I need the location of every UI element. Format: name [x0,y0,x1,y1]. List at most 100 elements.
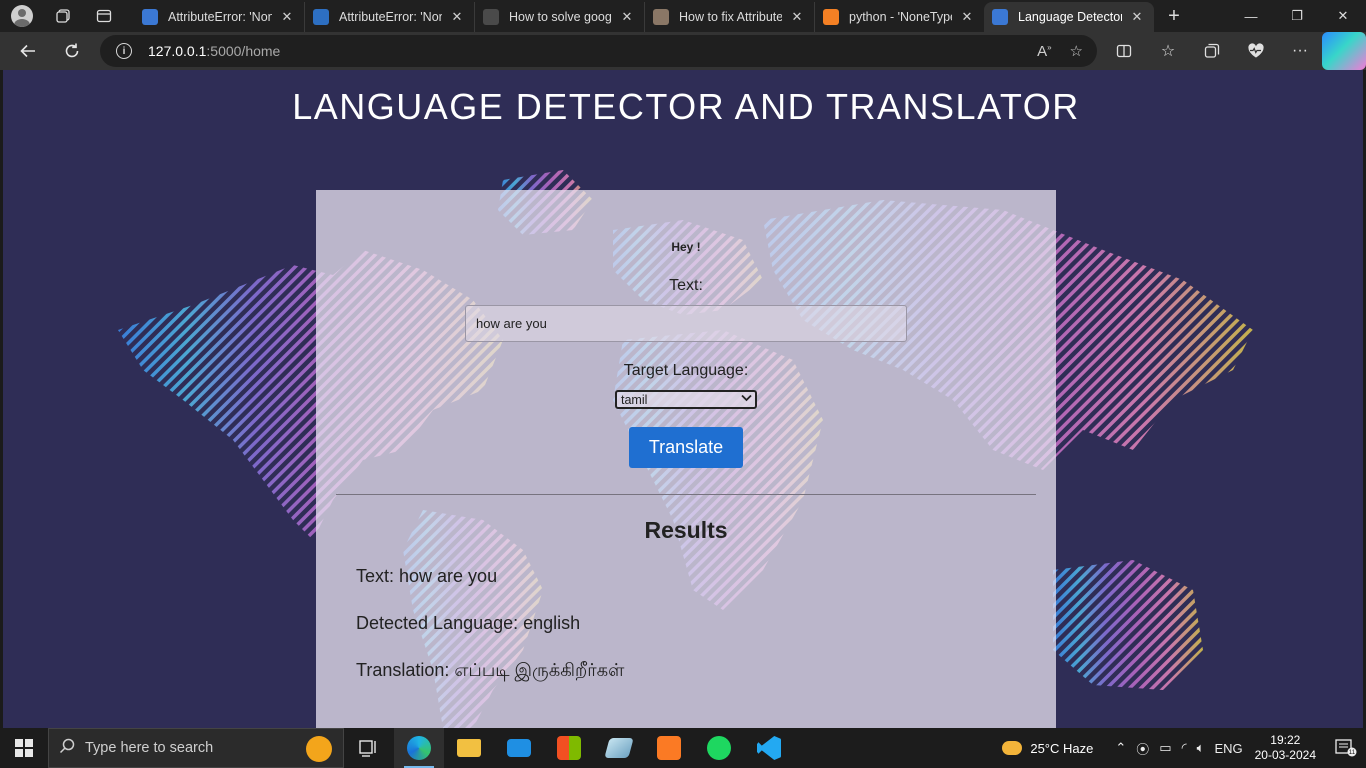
taskbar-xampp[interactable] [644,728,694,768]
close-tab-icon[interactable]: ✕ [958,9,976,25]
close-tab-icon[interactable]: ✕ [448,9,466,25]
refresh-button[interactable] [50,32,94,70]
result-text: Text: how are you [356,566,498,586]
close-window-button[interactable]: ✕ [1320,0,1366,32]
result-detected-language: Detected Language: english [356,613,581,633]
close-tab-icon[interactable]: ✕ [278,9,296,25]
copilot-icon [1322,32,1366,70]
notification-center-button[interactable]: 11 [1326,728,1366,768]
terminal-icon [992,9,1008,25]
tab-actions-icon [96,9,112,23]
task-view-button[interactable] [344,728,394,768]
copilot-button[interactable] [1322,32,1366,70]
page-title: LANGUAGE DETECTOR AND TRANSLATOR [292,86,1080,127]
taskbar-search[interactable]: Type here to search [48,728,344,768]
clock-time: 19:22 [1270,733,1301,747]
browser-tab[interactable]: AttributeError: 'Non ✕ [304,2,474,32]
weather-text: 25°C Haze [1030,740,1094,756]
haze-weather-icon [1002,741,1023,755]
notification-icon: 11 [1335,739,1357,757]
close-tab-icon[interactable]: ✕ [618,9,636,25]
workspaces-button[interactable] [44,0,84,32]
target-language-label: Target Language: [623,362,749,379]
browser-tab[interactable]: Language Detector ✕ [984,2,1154,32]
browser-tab[interactable]: python - 'NoneType ✕ [814,2,984,32]
split-screen-button[interactable] [1102,32,1146,70]
search-icon [59,738,75,759]
results-heading: Results [644,517,728,543]
back-arrow-icon [20,44,35,58]
tab-title: How to fix Attribute [679,10,782,24]
taskbar-store[interactable] [544,728,594,768]
back-button[interactable] [6,32,50,70]
folder-icon [457,739,481,757]
webcam-icon[interactable]: ⦿ [1136,739,1149,758]
restore-button[interactable]: ❐ [1274,0,1320,32]
system-tray: 25°C Haze ⌃ ⦿ ▭ ◜ 🔈︎ ENG 19:22 20-03-202… [1002,728,1366,768]
collections-button[interactable] [1190,32,1234,70]
tab-list: AttributeError: 'Non ✕ AttributeError: 'No… [134,0,1154,32]
volume-icon[interactable]: 🔈︎ [1197,740,1205,756]
close-tab-icon[interactable]: ✕ [788,9,806,25]
taskbar-edge[interactable] [394,728,444,768]
weather-widget[interactable]: 25°C Haze [1002,741,1093,756]
translate-button[interactable]: Translate [629,427,743,468]
search-icon [313,9,329,25]
text-label: Text: [669,277,703,294]
taskbar-file-explorer[interactable] [444,728,494,768]
battery-icon[interactable]: ▭ [1159,740,1171,756]
task-view-icon [359,740,376,757]
tab-strip: AttributeError: 'Non ✕ AttributeError: 'No… [0,0,1366,32]
text-input[interactable] [465,305,907,342]
tab-title: AttributeError: 'Non [339,10,442,24]
terminal-icon [142,9,158,25]
browser-tab[interactable]: How to fix Attribute ✕ [644,2,814,32]
browser-tab[interactable]: How to solve googl ✕ [474,2,644,32]
crystal-app-icon [604,738,634,758]
taskbar-vscode[interactable] [744,728,794,768]
tab-title: Language Detector [1018,10,1122,24]
input-language[interactable]: ENG [1214,741,1242,756]
more-menu-button[interactable]: ··· [1278,32,1322,70]
search-highlight-icon [295,729,343,768]
workspaces-icon [56,9,70,23]
taskbar-mail[interactable] [494,728,544,768]
url-text[interactable]: 127.0.0.1:5000/home [148,43,280,59]
heart-pulse-icon [1248,43,1264,58]
site-info-icon[interactable]: i [116,43,132,59]
favorites-button[interactable]: ☆ [1146,32,1190,70]
target-language-value: tamil [621,392,648,407]
close-tab-icon[interactable]: ✕ [1128,9,1146,25]
stackoverflow-icon [823,9,839,25]
tab-title: AttributeError: 'Non [168,10,272,24]
chevron-up-icon[interactable]: ⌃ [1115,740,1126,756]
tab-actions-button[interactable] [84,0,124,32]
favorite-star-icon[interactable]: ☆ [1070,42,1083,60]
window-controls: — ❐ ✕ [1228,0,1366,32]
address-bar[interactable]: i 127.0.0.1:5000/home A» ☆ [100,35,1097,67]
wifi-icon[interactable]: ◜ [1182,740,1187,756]
avatar-icon [653,9,669,25]
vscode-icon [757,736,781,760]
taskbar-spotify[interactable] [694,728,744,768]
edge-icon [407,736,431,760]
code-icon [483,9,499,25]
clock[interactable]: 19:22 20-03-2024 [1255,733,1316,763]
refresh-icon [65,43,79,58]
target-language-select[interactable]: tamil [615,390,757,409]
search-placeholder: Type here to search [85,740,214,756]
browser-essentials-button[interactable] [1234,32,1278,70]
result-translation: Translation: எப்படி இருக்கிறீர்கள் [356,660,625,680]
web-page: LANGUAGE DETECTOR AND TRANSLATOR Hey ! T… [0,70,1366,728]
read-aloud-icon[interactable]: A» [1037,43,1051,60]
browser-tab[interactable]: AttributeError: 'Non ✕ [134,2,304,32]
new-tab-button[interactable]: + [1154,0,1194,32]
avatar-icon [11,5,33,27]
profile-button[interactable] [0,0,44,32]
taskbar-app-crystal[interactable] [594,728,644,768]
notification-count: 11 [1349,750,1356,756]
start-button[interactable] [0,728,48,768]
tab-title: python - 'NoneType [849,10,952,24]
minimize-button[interactable]: — [1228,0,1274,32]
greeting-text: Hey ! [671,240,701,254]
